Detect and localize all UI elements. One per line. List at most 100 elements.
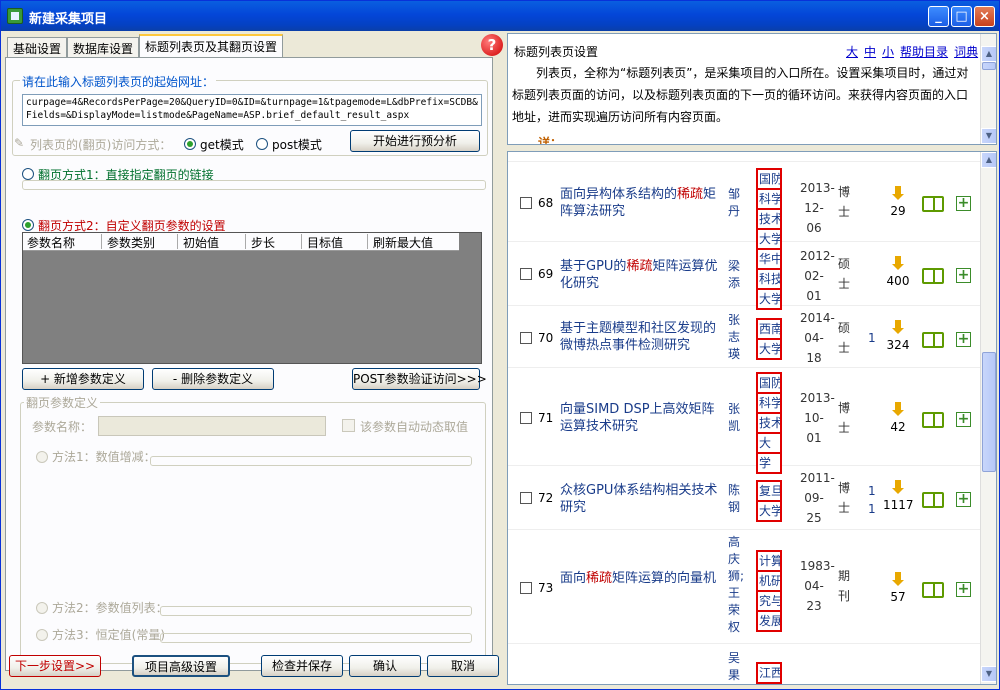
scroll-up-arrow-icon[interactable]: ▲ xyxy=(981,152,996,168)
access-mode-label: 列表页的(翻页)访问方式： xyxy=(30,138,172,152)
add-icon[interactable]: + xyxy=(956,196,971,211)
read-icon[interactable] xyxy=(922,268,944,284)
row-checkbox[interactable] xyxy=(520,268,532,280)
minimize-button[interactable]: _ xyxy=(928,6,949,27)
start-url-input[interactable]: curpage=4&RecordsPerPage=20&QueryID=0&ID… xyxy=(22,94,482,126)
row-type: 期刊 xyxy=(838,569,851,603)
delete-param-button[interactable]: - 删除参数定义 xyxy=(152,368,274,390)
add-icon[interactable]: + xyxy=(956,492,971,507)
check-save-button[interactable]: 检查并保存 xyxy=(261,655,343,677)
row-downloads[interactable]: 324 xyxy=(883,320,913,352)
param-name-input[interactable] xyxy=(98,416,326,436)
font-large-link[interactable]: 大 xyxy=(846,45,858,59)
add-icon[interactable]: + xyxy=(956,332,971,347)
method1-radio[interactable] xyxy=(36,451,48,463)
add-icon[interactable]: + xyxy=(956,582,971,597)
get-mode-radio[interactable] xyxy=(184,138,196,150)
row-title-link[interactable]: 面向异构体系结构的稀疏矩阵算法研究 xyxy=(560,186,718,220)
font-small-link[interactable]: 小 xyxy=(882,45,894,59)
next-settings-button[interactable]: 下一步设置>> xyxy=(9,655,101,677)
tab-basic[interactable]: 基础设置 xyxy=(7,37,68,57)
row-author[interactable]: 张志瑛 xyxy=(728,312,744,363)
row-institution[interactable]: 计算 机研 究与 发展 xyxy=(756,550,782,632)
col-max-refresh: 刷新最大值 xyxy=(373,236,434,250)
tab-panel: 请在此输入标题列表页的起始网址： curpage=4&RecordsPerPag… xyxy=(5,57,493,671)
read-icon[interactable] xyxy=(922,196,944,212)
row-citations[interactable]: 1 xyxy=(868,331,876,345)
add-icon[interactable]: + xyxy=(956,412,971,427)
help-index-link[interactable]: 帮助目录 xyxy=(900,45,948,59)
scroll-down-arrow-icon[interactable]: ▼ xyxy=(981,128,996,144)
read-icon[interactable] xyxy=(922,492,944,508)
help-scrollbar[interactable]: ▲ ▼ xyxy=(980,34,996,144)
row-title-link[interactable]: 众核GPU体系结构相关技术研究 xyxy=(560,482,718,516)
row-author[interactable]: 邹丹 xyxy=(728,186,744,220)
method2-radio[interactable] xyxy=(36,602,48,614)
paging2-radio[interactable] xyxy=(22,219,34,231)
add-icon[interactable]: + xyxy=(956,268,971,283)
pre-analyze-button[interactable]: 开始进行预分析 xyxy=(350,130,480,152)
row-downloads[interactable]: 29 xyxy=(883,186,913,218)
row-checkbox[interactable] xyxy=(520,332,532,344)
post-mode-label: post模式 xyxy=(272,138,322,152)
row-institution[interactable]: 国防科学技术大学 xyxy=(756,372,782,474)
row-number: 68 xyxy=(538,196,554,210)
right-pane: 标题列表页设置 大中小帮助目录 词典 列表页，全称为“标题列表页”，是采集项目的入… xyxy=(507,33,997,685)
title-bar: 新建采集项目 _ □ × xyxy=(1,1,999,31)
cancel-button[interactable]: 取消 xyxy=(427,655,499,677)
row-checkbox[interactable] xyxy=(520,197,532,209)
tab-database[interactable]: 数据库设置 xyxy=(67,37,140,57)
scroll-up-arrow-icon[interactable]: ▲ xyxy=(981,46,996,62)
row-title-link[interactable]: 面向稀疏矩阵运算的向量机 xyxy=(560,570,718,587)
row-checkbox[interactable] xyxy=(520,582,532,594)
row-title-link[interactable]: 向量SIMD DSP上高效矩阵运算技术研究 xyxy=(560,401,718,435)
row-type: 博士 xyxy=(838,401,851,435)
add-param-button[interactable]: + 新增参数定义 xyxy=(22,368,144,390)
row-institution[interactable]: 复旦 大学 xyxy=(756,480,782,522)
maximize-button[interactable]: □ xyxy=(951,6,972,27)
row-author[interactable]: 高庆狮;王荣权 xyxy=(728,534,744,636)
main-window: 新建采集项目 _ □ × 基础设置 数据库设置 标题列表页及其翻页设置 ? 请在… xyxy=(0,0,1000,690)
row-downloads[interactable]: 1117 xyxy=(883,480,914,512)
row-author[interactable]: 梁添 xyxy=(728,258,744,292)
row-type: 博士 xyxy=(838,481,851,515)
row-downloads[interactable]: 57 xyxy=(883,572,913,604)
help-question-icon[interactable]: ? xyxy=(481,34,503,56)
paging1-radio[interactable] xyxy=(22,168,34,180)
row-institution[interactable]: 华中 科技 大学 xyxy=(756,248,782,310)
font-medium-link[interactable]: 中 xyxy=(864,45,876,59)
ok-button[interactable]: 确认 xyxy=(349,655,421,677)
param-def-group xyxy=(20,402,486,664)
row-institution[interactable]: 江西 xyxy=(756,662,782,684)
list-item: 吴果 江西 xyxy=(508,644,980,684)
list-scrollbar[interactable]: ▲ ▼ xyxy=(980,152,996,684)
advanced-settings-button[interactable]: 项目高级设置 xyxy=(132,655,230,677)
row-checkbox[interactable] xyxy=(520,492,532,504)
scroll-down-arrow-icon[interactable]: ▼ xyxy=(981,666,996,682)
row-institution[interactable]: 西南 大学 xyxy=(756,318,782,360)
read-icon[interactable] xyxy=(922,582,944,598)
row-title-link[interactable]: 基于GPU的稀疏矩阵运算优化研究 xyxy=(560,258,718,292)
scroll-thumb[interactable] xyxy=(982,352,996,472)
row-title-link[interactable]: 基于主题模型和社区发现的微博热点事件检测研究 xyxy=(560,320,718,354)
row-citations[interactable]: 11 xyxy=(868,482,878,518)
window-title: 新建采集项目 xyxy=(29,12,108,27)
post-mode-radio[interactable] xyxy=(256,138,268,150)
row-author[interactable]: 吴果 xyxy=(728,650,744,684)
row-downloads[interactable]: 400 xyxy=(883,256,913,288)
scroll-thumb[interactable] xyxy=(982,62,996,70)
row-author[interactable]: 张凯 xyxy=(728,401,744,435)
method3-radio[interactable] xyxy=(36,629,48,641)
close-button[interactable]: × xyxy=(974,6,995,27)
dictionary-link[interactable]: 词典 xyxy=(954,45,978,59)
param-grid[interactable]: 参数名称 参数类别 初始值 步长 目标值 刷新最大值 xyxy=(22,232,482,364)
auto-value-checkbox[interactable] xyxy=(342,419,355,432)
row-author[interactable]: 陈钢 xyxy=(728,482,744,516)
row-checkbox[interactable] xyxy=(520,412,532,424)
row-downloads[interactable]: 42 xyxy=(883,402,913,434)
tab-list-page[interactable]: 标题列表页及其翻页设置 xyxy=(139,34,284,58)
read-icon[interactable] xyxy=(922,412,944,428)
read-icon[interactable] xyxy=(922,332,944,348)
row-institution[interactable]: 国防科学技术大学 xyxy=(756,168,782,250)
post-verify-button[interactable]: POST参数验证访问>>> xyxy=(352,368,487,390)
